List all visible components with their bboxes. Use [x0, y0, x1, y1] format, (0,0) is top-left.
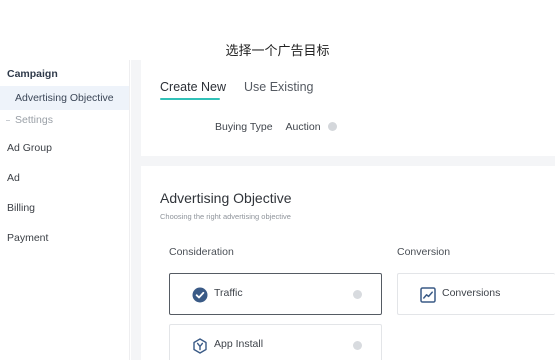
objective-title: Advertising Objective	[160, 190, 292, 206]
info-icon[interactable]	[328, 122, 338, 131]
conversion-label: Conversion	[397, 246, 451, 258]
consideration-label: Consideration	[169, 246, 234, 258]
sidebar: Campaign Advertising Objective Settings …	[0, 60, 130, 360]
buying-type-row: Buying Type Auction	[215, 121, 338, 133]
sidebar-item-ad-group[interactable]: Ad Group	[7, 142, 52, 154]
info-icon[interactable]	[353, 341, 362, 350]
conversions-label: Conversions	[442, 287, 501, 299]
objective-panel: Advertising Objective Choosing the right…	[141, 166, 555, 360]
sidebar-item-payment[interactable]: Payment	[7, 232, 48, 244]
dash-icon	[6, 119, 10, 121]
tab-create-new[interactable]: Create New	[160, 80, 226, 94]
sidebar-item-campaign[interactable]: Campaign	[7, 68, 58, 80]
active-tab-indicator	[160, 98, 220, 100]
sidebar-item-ad[interactable]: Ad	[7, 172, 20, 184]
traffic-label: Traffic	[214, 287, 243, 299]
trend-chart-icon	[420, 287, 436, 303]
sidebar-item-advertising-objective[interactable]: Advertising Objective	[0, 86, 129, 110]
sidebar-item-settings[interactable]: Settings	[0, 108, 129, 132]
sidebar-item-settings-label: Settings	[15, 114, 53, 126]
create-panel: Create New Use Existing Buying Type Auct…	[141, 60, 555, 156]
tab-use-existing[interactable]: Use Existing	[244, 80, 313, 94]
app-install-card[interactable]: App Install	[169, 324, 382, 360]
conversions-card[interactable]: Conversions	[397, 273, 555, 315]
traffic-card[interactable]: Traffic	[169, 273, 382, 315]
sidebar-item-billing[interactable]: Billing	[7, 202, 35, 214]
main-content: Create New Use Existing Buying Type Auct…	[131, 60, 555, 360]
shield-y-icon	[193, 338, 207, 354]
app-install-label: App Install	[214, 338, 264, 350]
page-caption: 选择一个广告目标	[225, 43, 330, 58]
buying-type-label: Buying Type	[215, 121, 273, 133]
info-icon[interactable]	[353, 290, 362, 299]
check-circle-icon	[192, 287, 208, 303]
objective-subtitle: Choosing the right advertising objective	[160, 212, 291, 221]
buying-type-value: Auction	[285, 121, 321, 133]
